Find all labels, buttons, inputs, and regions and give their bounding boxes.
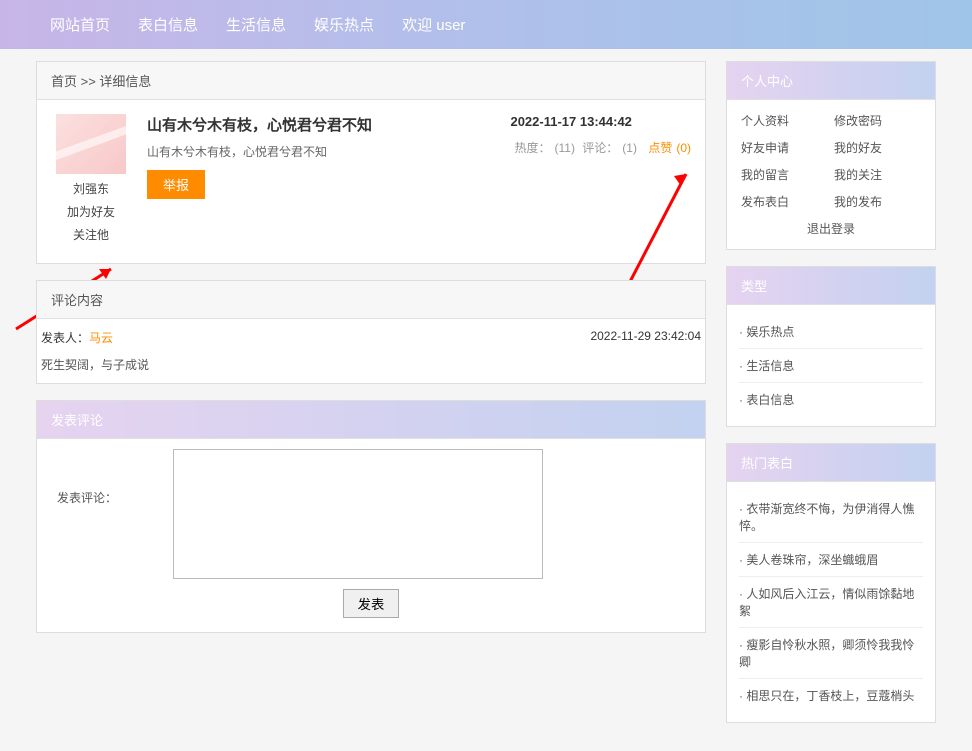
follow-link[interactable]: 关注他 xyxy=(51,226,131,243)
pc-my-friends[interactable]: 我的好友 xyxy=(834,139,921,156)
nav-life[interactable]: 生活信息 xyxy=(226,14,286,35)
heat-count: (11) xyxy=(554,141,574,155)
personal-center-header: 个人中心 xyxy=(727,62,935,100)
comment-count: (1) xyxy=(622,141,637,155)
types-header: 类型 xyxy=(727,267,935,305)
nav-entertainment[interactable]: 娱乐热点 xyxy=(314,14,374,35)
hot-item[interactable]: 瘦影自怜秋水照，卿须怜我我怜卿 xyxy=(739,628,923,679)
types-card: 类型 娱乐热点 生活信息 表白信息 xyxy=(726,266,936,427)
author-name: 刘强东 xyxy=(51,180,131,197)
hot-item[interactable]: 衣带渐宽终不悔，为伊消得人憔悴。 xyxy=(739,492,923,543)
comment-label: 评论： xyxy=(582,141,618,155)
nav-home[interactable]: 网站首页 xyxy=(50,14,110,35)
commenter-prefix: 发表人： xyxy=(41,331,89,345)
commenter-name[interactable]: 马云 xyxy=(89,331,113,345)
post-subtitle: 山有木兮木有枝，心悦君兮君不知 xyxy=(147,143,372,160)
pc-my-publish[interactable]: 我的发布 xyxy=(834,193,921,210)
hot-item[interactable]: 人如风后入江云，情似雨馀黏地絮 xyxy=(739,577,923,628)
form-header: 发表评论 xyxy=(37,401,705,439)
heat-label: 热度： xyxy=(514,141,550,155)
type-item[interactable]: 生活信息 xyxy=(739,349,923,383)
comment-form-card: 发表评论 发表评论： 发表 xyxy=(36,400,706,633)
pc-my-follow[interactable]: 我的关注 xyxy=(834,166,921,183)
add-friend-link[interactable]: 加为好友 xyxy=(51,203,131,220)
breadcrumb: 首页 >> 详细信息 xyxy=(37,62,705,100)
pc-profile[interactable]: 个人资料 xyxy=(741,112,828,129)
hot-header: 热门表白 xyxy=(727,444,935,482)
type-item[interactable]: 表白信息 xyxy=(739,383,923,416)
post-stats: 热度： (11) 评论： (1) 点赞(0) xyxy=(510,139,691,156)
hot-list: 衣带渐宽终不悔，为伊消得人憔悴。 美人卷珠帘，深坐蟙蛾眉 人如风后入江云，情似雨… xyxy=(727,482,935,722)
report-button[interactable]: 举报 xyxy=(147,170,205,199)
pc-friend-req[interactable]: 好友申请 xyxy=(741,139,828,156)
post-title: 山有木兮木有枝，心悦君兮君不知 xyxy=(147,114,372,135)
pc-password[interactable]: 修改密码 xyxy=(834,112,921,129)
hot-item[interactable]: 相思只在，丁香枝上，豆蔻梢头 xyxy=(739,679,923,712)
pc-publish[interactable]: 发布表白 xyxy=(741,193,828,210)
comment-text: 死生契阔，与子成说 xyxy=(41,356,701,373)
post-date: 2022-11-17 13:44:42 xyxy=(510,114,691,129)
pc-my-msg[interactable]: 我的留言 xyxy=(741,166,828,183)
pc-logout[interactable]: 退出登录 xyxy=(741,220,921,237)
comment-date: 2022-11-29 23:42:04 xyxy=(590,329,701,346)
form-label: 发表评论： xyxy=(57,449,157,506)
comment-textarea[interactable] xyxy=(173,449,543,579)
like-link[interactable]: 点赞(0) xyxy=(644,141,691,155)
avatar xyxy=(56,114,126,174)
personal-center-card: 个人中心 个人资料 修改密码 好友申请 我的好友 我的留言 我的关注 发布表白 … xyxy=(726,61,936,250)
submit-button[interactable]: 发表 xyxy=(343,589,400,618)
types-list: 娱乐热点 生活信息 表白信息 xyxy=(727,305,935,426)
top-nav: 网站首页 表白信息 生活信息 娱乐热点 欢迎 user xyxy=(0,0,972,49)
type-item[interactable]: 娱乐热点 xyxy=(739,315,923,349)
comments-card: 评论内容 发表人：马云 2022-11-29 23:42:04 死生契阔，与子成… xyxy=(36,280,706,384)
comments-header: 评论内容 xyxy=(37,281,705,319)
hot-card: 热门表白 衣带渐宽终不悔，为伊消得人憔悴。 美人卷珠帘，深坐蟙蛾眉 人如风后入江… xyxy=(726,443,936,723)
post-card: 首页 >> 详细信息 刘强东 加为好友 关注他 山有木兮木有枝，心悦君兮君不知 xyxy=(36,61,706,264)
hot-item[interactable]: 美人卷珠帘，深坐蟙蛾眉 xyxy=(739,543,923,577)
nav-welcome[interactable]: 欢迎 user xyxy=(402,14,465,35)
nav-confession[interactable]: 表白信息 xyxy=(138,14,198,35)
